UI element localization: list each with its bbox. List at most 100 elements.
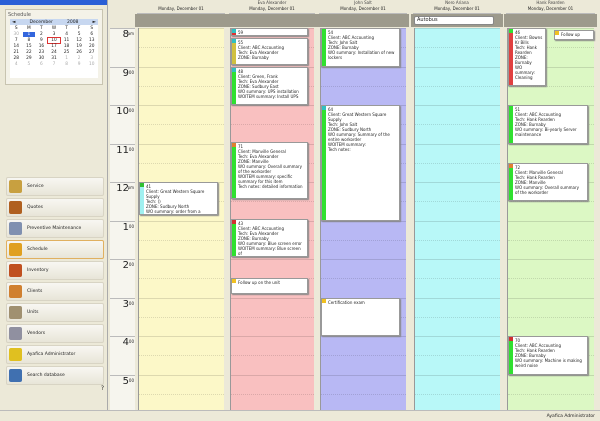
calendar-day[interactable]: 27 <box>85 50 98 55</box>
calendar-day[interactable]: 11 <box>60 38 73 43</box>
calendar-day[interactable]: 16 <box>35 44 48 49</box>
nav-preventive-maintenance[interactable]: Preventive Maintenance <box>6 219 104 238</box>
calendar-day[interactable]: 10 <box>85 62 98 67</box>
calendar-day[interactable]: 10 <box>46 37 62 44</box>
calendar-day[interactable]: 2 <box>35 32 48 37</box>
month-select[interactable]: December <box>30 20 53 25</box>
calendar-day[interactable]: 23 <box>35 50 48 55</box>
calendar-day[interactable]: 5 <box>23 62 36 67</box>
day-body[interactable]: 59 55 Client: ABC Accounting Tech: Eva Al… <box>230 28 314 410</box>
appointment[interactable]: 51 Client: ABC Accounting Tech: Hank Rea… <box>508 105 588 144</box>
appointment[interactable]: 41 Client: Great Western Square Supply T… <box>139 182 218 215</box>
day-body[interactable]: 41 Client: Great Western Square Supply T… <box>138 28 224 410</box>
calendar-day[interactable]: 2 <box>73 56 86 61</box>
calendar-day[interactable]: 4 <box>60 32 73 37</box>
all-day-area[interactable] <box>227 14 317 27</box>
nav-service[interactable]: Service <box>6 177 104 196</box>
grid-line <box>415 143 500 145</box>
resource-column: Eva Alexander Monday, December 01 59 55 Cli… <box>227 0 317 410</box>
day-body[interactable]: 46 Client: Bowns Kr Bills Tech: Hank Rea… <box>507 28 594 410</box>
calendar-day[interactable]: 25 <box>60 50 73 55</box>
next-month-button[interactable]: ► <box>93 20 96 25</box>
all-day-area[interactable] <box>135 14 227 27</box>
calendar-day[interactable]: 15 <box>23 44 36 49</box>
calendar-day[interactable]: 3 <box>48 32 61 37</box>
nav-vendors[interactable]: Vendors <box>6 324 104 343</box>
appointment[interactable]: 59 <box>231 28 308 36</box>
calendar-day[interactable]: 7 <box>48 62 61 67</box>
calendar-day[interactable]: 29 <box>23 56 36 61</box>
calendar-day[interactable]: 9 <box>73 62 86 67</box>
day-body[interactable] <box>414 28 500 410</box>
appointment[interactable]: Follow up on the unit <box>231 278 308 294</box>
calendar-day[interactable]: 31 <box>48 56 61 61</box>
appointment[interactable]: 72 Client: Manville General Tech: Hank R… <box>508 162 588 202</box>
nav-units[interactable]: Units <box>6 303 104 322</box>
calendar-day[interactable]: 18 <box>60 44 73 49</box>
calendar-day[interactable]: 3 <box>85 56 98 61</box>
grid-line <box>415 47 500 49</box>
calendar-day[interactable]: 30 <box>35 56 48 61</box>
calendar-day[interactable]: 21 <box>10 50 23 55</box>
all-day-area[interactable] <box>317 14 409 27</box>
appointment[interactable]: 54 Client: ABC Accounting Tech: John Sal… <box>321 28 400 67</box>
nav-clients[interactable]: Clients <box>6 282 104 301</box>
day-body[interactable]: 54 Client: ABC Accounting Tech: John Sal… <box>320 28 406 410</box>
calendar-day[interactable]: 14 <box>10 44 23 49</box>
calendar-day[interactable]: 8 <box>60 62 73 67</box>
calendar-day[interactable]: 6 <box>35 62 48 67</box>
calendar-day[interactable]: 9 <box>35 38 48 43</box>
calendar-day[interactable]: 22 <box>23 50 36 55</box>
calendar-day[interactable]: 20 <box>85 44 98 49</box>
calendar-day[interactable]: 19 <box>73 44 86 49</box>
appointment-text: 51 Client: ABC Accounting Tech: Hank Rea… <box>515 107 577 137</box>
appointment[interactable]: 55 Client: ABC Accounting Tech: Eva Alex… <box>231 37 308 65</box>
nav-search-database[interactable]: Search database <box>6 366 104 385</box>
hour-suffix: 00 <box>128 108 134 113</box>
appointment[interactable]: 70 Client: ABC Accounting Tech: Hank Rea… <box>508 336 588 375</box>
all-day-area[interactable]: Autobus <box>411 14 503 27</box>
appointment[interactable]: 43 Client: ABC Accounting Tech: Eva Alex… <box>231 218 308 258</box>
nav-inventory[interactable]: Inventory <box>6 261 104 280</box>
all-day-area[interactable] <box>504 14 597 27</box>
hour-suffix: 00 <box>128 377 134 383</box>
calendar-day[interactable]: 5 <box>73 32 86 37</box>
weekday-label: S <box>14 26 18 31</box>
calendar-day[interactable]: 8 <box>23 38 36 43</box>
nav-label: Units <box>27 310 39 315</box>
all-day-input[interactable]: Autobus <box>414 16 494 25</box>
appointment[interactable]: Certification exam <box>321 297 400 336</box>
year-select[interactable]: 2008 <box>67 20 78 25</box>
appointment-text: 46 Client: Bowns Kr Bills Tech: Hank Rea… <box>515 30 543 80</box>
calendar-day[interactable]: 4 <box>10 62 23 67</box>
weekday-label: T <box>40 26 43 31</box>
prev-month-button[interactable]: ◄ <box>12 20 15 25</box>
appointment-text: Follow up on the unit <box>238 280 281 286</box>
appointment[interactable]: 46 Client: Bowns Kr Bills Tech: Hank Rea… <box>508 28 546 86</box>
calendar-day[interactable]: 13 <box>85 38 98 43</box>
clients-icon <box>9 285 22 298</box>
appointment[interactable]: 48 Client: Green, Frank Tech: Eva Alexan… <box>231 66 308 105</box>
calendar-day[interactable]: 24 <box>48 50 61 55</box>
help-icon[interactable]: ? <box>101 385 104 392</box>
nav-ayafica-administrator[interactable]: Ayafica Administrator <box>6 345 104 364</box>
calendar-day[interactable]: 28 <box>10 56 23 61</box>
appointment[interactable]: 71 Client: Manville General Tech: Eva Al… <box>231 141 308 200</box>
calendar-day[interactable]: 17 <box>48 44 61 49</box>
appointment[interactable]: 64 Client: Great Western Square Supply T… <box>321 105 400 221</box>
calendar-day[interactable]: 7 <box>10 38 23 43</box>
grid-line <box>508 374 594 376</box>
mini-calendar[interactable]: ◄ December 2008 ► S M T W T F S 30 1 2 3 4 5 6 7 8 9 10 11… <box>10 19 98 78</box>
status-bar-strip <box>509 337 513 374</box>
calendar-day[interactable]: 30 <box>10 32 23 37</box>
calendar-day[interactable]: 1 <box>60 56 73 61</box>
grid-line <box>139 336 224 337</box>
grid-line <box>508 220 594 222</box>
nav-schedule[interactable]: Schedule <box>6 240 104 259</box>
calendar-day[interactable]: 26 <box>73 50 86 55</box>
calendar-day[interactable]: 1 <box>22 32 36 37</box>
calendar-day[interactable]: 6 <box>85 32 98 37</box>
calendar-day[interactable]: 12 <box>73 38 86 43</box>
appointment[interactable]: Follow up <box>554 29 594 40</box>
nav-quotes[interactable]: Quotes <box>6 198 104 217</box>
